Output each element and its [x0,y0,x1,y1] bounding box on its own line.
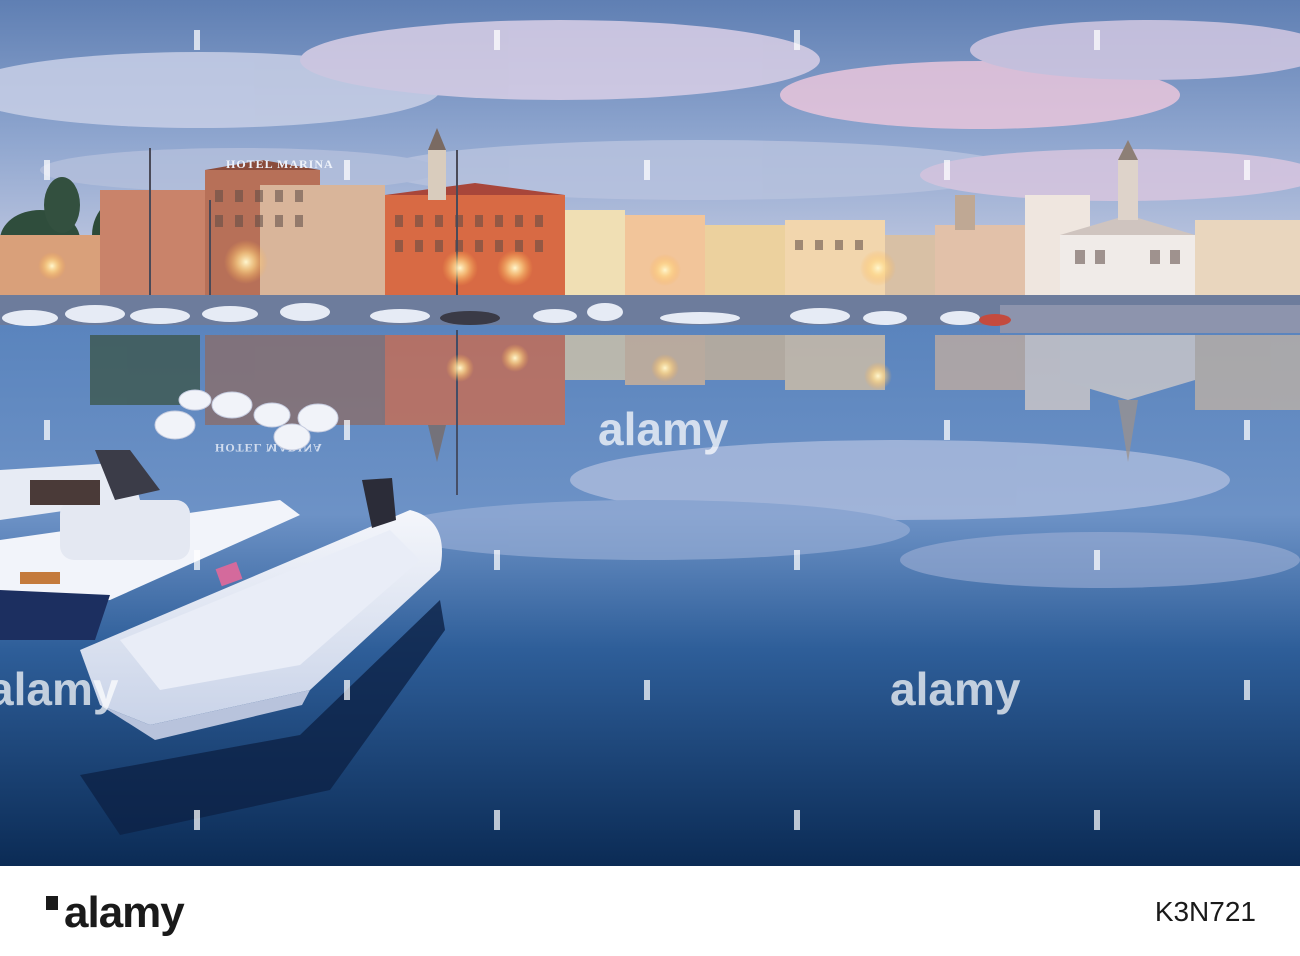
logo-text: alamy [64,888,185,937]
watermark-center: alamy [598,403,729,455]
alamy-logo: alamy [46,888,185,938]
image-id: K3N721 [1154,896,1256,927]
quay-wall [1000,305,1300,333]
watermark-left: alamy [0,663,119,715]
logo-mark-icon [46,896,58,910]
harbour-photo: HOTEL MARINA HOTEL MARINA alamy alamy al… [0,0,1300,866]
footer-bar: alamy K3N721 [0,866,1300,956]
hotel-sign: HOTEL MARINA [226,157,334,171]
harbour-scene: HOTEL MARINA HOTEL MARINA alamy alamy al… [0,0,1300,866]
watermark-right: alamy [890,663,1021,715]
